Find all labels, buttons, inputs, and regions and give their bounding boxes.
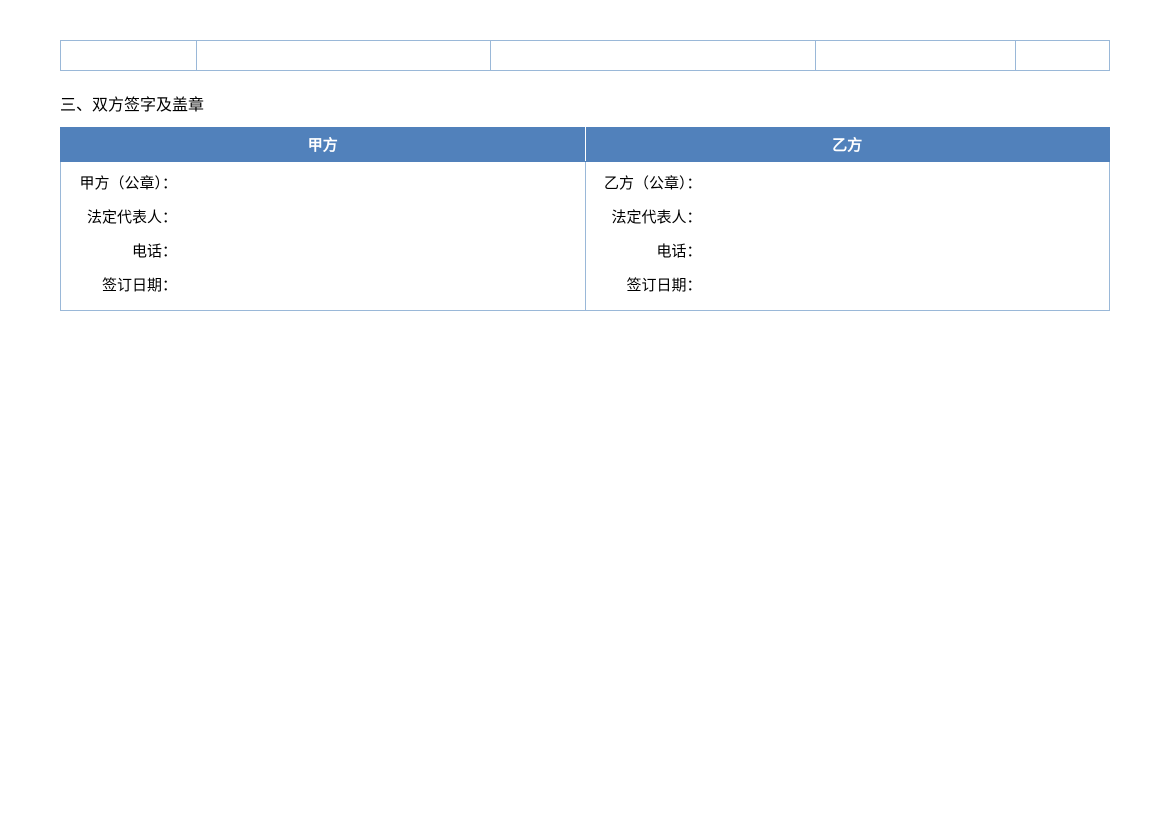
- field-label: 电话：: [594, 240, 702, 264]
- field-label: 法定代表人：: [594, 206, 702, 230]
- table-header-row: 甲方 乙方: [61, 128, 1110, 162]
- table-cell: [61, 41, 197, 71]
- table-cell: [1015, 41, 1109, 71]
- signature-table: 甲方 乙方 甲方（公章）： 法定代表人： 电话： 签订日期：: [60, 127, 1110, 311]
- field-value: [702, 274, 1102, 298]
- field-seal: 乙方（公章）：: [594, 172, 1102, 196]
- header-party-b: 乙方: [585, 128, 1110, 162]
- table-row: [61, 41, 1110, 71]
- field-label: 法定代表人：: [69, 206, 177, 230]
- field-date: 签订日期：: [594, 274, 1102, 298]
- field-label: 电话：: [69, 240, 177, 264]
- section-title: 三、双方签字及盖章: [60, 91, 1110, 115]
- field-phone: 电话：: [594, 240, 1102, 264]
- field-value: [177, 172, 577, 196]
- field-label: 甲方（公章）：: [69, 172, 177, 196]
- field-representative: 法定代表人：: [69, 206, 577, 230]
- field-value: [177, 274, 577, 298]
- party-a-cell: 甲方（公章）： 法定代表人： 电话： 签订日期：: [61, 162, 586, 311]
- party-b-cell: 乙方（公章）： 法定代表人： 电话： 签订日期：: [585, 162, 1110, 311]
- top-empty-table: [60, 40, 1110, 71]
- field-representative: 法定代表人：: [594, 206, 1102, 230]
- table-cell: [491, 41, 816, 71]
- header-party-a: 甲方: [61, 128, 586, 162]
- field-date: 签订日期：: [69, 274, 577, 298]
- table-cell: [197, 41, 491, 71]
- field-value: [177, 240, 577, 264]
- table-row: 甲方（公章）： 法定代表人： 电话： 签订日期： 乙方（公章: [61, 162, 1110, 311]
- field-seal: 甲方（公章）：: [69, 172, 577, 196]
- field-phone: 电话：: [69, 240, 577, 264]
- table-cell: [816, 41, 1015, 71]
- field-label: 签订日期：: [69, 274, 177, 298]
- field-value: [177, 206, 577, 230]
- field-label: 签订日期：: [594, 274, 702, 298]
- field-value: [702, 206, 1102, 230]
- field-value: [702, 240, 1102, 264]
- field-label: 乙方（公章）：: [594, 172, 702, 196]
- field-value: [702, 172, 1102, 196]
